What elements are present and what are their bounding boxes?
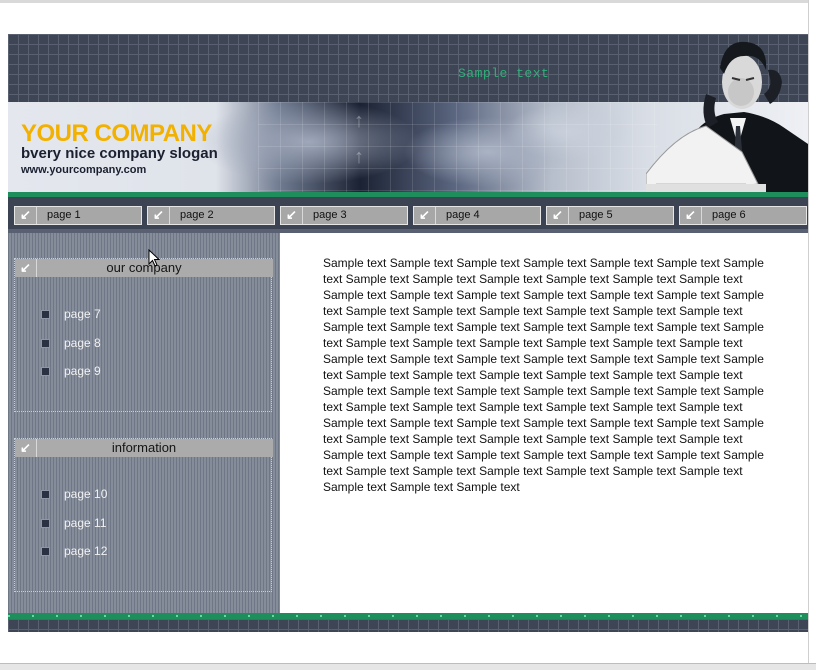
sidebar-item-page-7[interactable]: page 7 — [41, 307, 101, 336]
sidebar-box-information: ↙ information page 10 page 11 page 12 — [14, 438, 273, 592]
arrow-down-left-icon: ↙ — [281, 207, 303, 224]
square-bullet-icon — [41, 547, 50, 556]
nav-tab-label: page 2 — [180, 209, 214, 221]
nav-tab-page-3[interactable]: ↙ page 3 — [280, 206, 408, 225]
company-website[interactable]: www.yourcompany.com — [21, 164, 146, 176]
company-slogan: bvery nice company slogan — [21, 145, 218, 162]
website-layout: ↑ ↑ Sample text YOUR COMPANY bvery nice … — [8, 34, 808, 632]
sidebar-item-label: page 10 — [64, 487, 108, 501]
arrow-up-icon: ↑ — [354, 146, 364, 168]
businessman-phone-illustration — [646, 41, 808, 192]
sidebar-box-title: information — [111, 440, 177, 455]
arrow-down-left-icon: ↙ — [15, 439, 37, 457]
top-navigation: ↙ page 1 ↙ page 2 ↙ page 3 ↙ page 4 ↙ pa… — [8, 197, 808, 233]
nav-tab-page-4[interactable]: ↙ page 4 — [413, 206, 541, 225]
nav-tab-label: page 4 — [446, 209, 480, 221]
square-bullet-icon — [41, 490, 50, 499]
sidebar-item-page-11[interactable]: page 11 — [41, 516, 107, 545]
footer-dot-pattern — [8, 615, 808, 617]
company-name: YOUR COMPANY — [21, 120, 212, 147]
window-right-edge — [808, 0, 816, 670]
header-sample-text: Sample text — [458, 66, 550, 81]
square-bullet-icon — [41, 367, 50, 376]
nav-tab-page-2[interactable]: ↙ page 2 — [147, 206, 275, 225]
main-content: Sample text Sample text Sample text Samp… — [280, 233, 808, 613]
sidebar-link-list: page 10 page 11 page 12 — [41, 487, 107, 573]
arrow-down-left-icon: ↙ — [547, 207, 569, 224]
sidebar-link-list: page 7 page 8 page 9 — [41, 307, 101, 393]
window-top-edge — [0, 0, 816, 3]
banner-grid-overlay — [258, 102, 658, 192]
square-bullet-icon — [41, 310, 50, 319]
content-body-text: Sample text Sample text Sample text Samp… — [323, 256, 764, 494]
nav-tab-page-5[interactable]: ↙ page 5 — [546, 206, 674, 225]
nav-tab-label: page 6 — [712, 209, 746, 221]
left-sidebar: ↙ our company page 7 page 8 page 9 ↙ inf… — [8, 233, 280, 613]
nav-tab-page-1[interactable]: ↙ page 1 — [14, 206, 142, 225]
square-bullet-icon — [41, 518, 50, 528]
sidebar-item-label: page 9 — [64, 364, 101, 378]
sidebar-box-header[interactable]: ↙ information — [15, 439, 273, 457]
footer-grid-pattern — [8, 619, 808, 632]
sidebar-item-page-9[interactable]: page 9 — [41, 364, 101, 393]
sidebar-item-label: page 7 — [64, 307, 101, 321]
square-bullet-icon — [41, 338, 50, 348]
arrow-down-left-icon: ↙ — [680, 207, 702, 224]
sidebar-item-page-8[interactable]: page 8 — [41, 336, 101, 365]
window-bottom-edge — [0, 663, 816, 670]
sidebar-box-header[interactable]: ↙ our company — [15, 259, 273, 277]
nav-tab-label: page 5 — [579, 209, 613, 221]
sidebar-item-page-10[interactable]: page 10 — [41, 487, 107, 516]
nav-tab-label: page 1 — [47, 209, 81, 221]
arrow-down-left-icon: ↙ — [414, 207, 436, 224]
sidebar-box-title: our company — [106, 260, 182, 275]
mouse-pointer-icon — [148, 249, 160, 267]
arrow-down-left-icon: ↙ — [15, 207, 37, 224]
sidebar-item-label: page 8 — [64, 335, 101, 350]
nav-tab-label: page 3 — [313, 209, 347, 221]
sidebar-item-label: page 12 — [64, 544, 108, 558]
sidebar-item-page-12[interactable]: page 12 — [41, 544, 107, 573]
sidebar-item-label: page 11 — [64, 515, 107, 530]
nav-tab-page-6[interactable]: ↙ page 6 — [679, 206, 807, 225]
sidebar-box-our-company: ↙ our company page 7 page 8 page 9 — [14, 258, 273, 412]
arrow-down-left-icon: ↙ — [15, 259, 37, 277]
site-header: ↑ ↑ Sample text YOUR COMPANY bvery nice … — [8, 34, 808, 192]
arrow-up-icon: ↑ — [354, 110, 364, 132]
arrow-down-left-icon: ↙ — [148, 207, 170, 224]
